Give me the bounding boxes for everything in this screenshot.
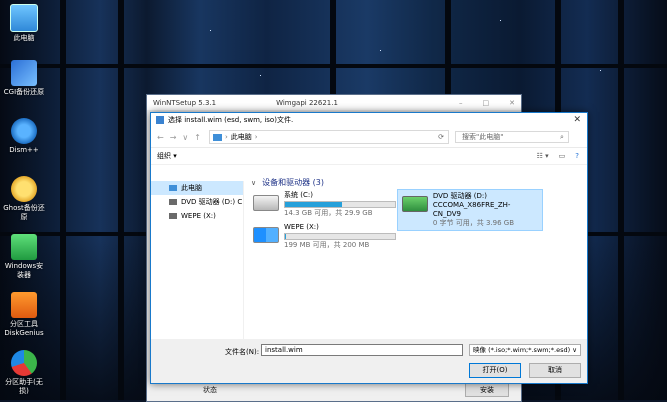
window-frame [118, 0, 124, 400]
open-file-dialog: 选择 install.wim (esd, swm, iso)文件. ✕ ← → … [150, 112, 588, 384]
organize-button[interactable]: 组织 ▾ [157, 151, 177, 161]
window-controls: – □ ✕ [453, 99, 515, 107]
search-icon: ⌕ [560, 132, 564, 141]
desktop-icon-this-pc[interactable]: 此电脑 [2, 4, 46, 43]
installer-icon [11, 234, 37, 260]
desktop-icon-ghost[interactable]: Ghost备份还原 [2, 176, 46, 222]
dialog-title: 选择 install.wim (esd, swm, iso)文件. [168, 116, 294, 124]
history-chevron-icon[interactable]: ∨ [182, 133, 188, 142]
drive-usage-fill [285, 202, 343, 207]
window-frame [618, 0, 624, 400]
window-frame [60, 0, 66, 400]
drive-item-x[interactable]: WEPE (X:) 199 MB 可用，共 200 MB [253, 223, 396, 250]
address-chevron-icon: › [224, 133, 228, 141]
sidebar-item-dvd[interactable]: DVD 驱动器 (D:) C [151, 195, 243, 209]
windows-drive-icon [253, 227, 279, 243]
desktop-icon-dism[interactable]: Dism++ [2, 118, 46, 155]
star [210, 30, 211, 31]
drive-name: WEPE (X:) [284, 223, 319, 231]
drive-volume-label: CCCOMA_X86FRE_ZH-CN_DV9 [432, 201, 511, 218]
drive-free-space: 14.3 GB 可用，共 29.9 GB [284, 209, 373, 217]
sidebar-item-wepe[interactable]: WEPE (X:) [151, 209, 243, 223]
sidebar-item-label: 此电脑 [181, 184, 202, 192]
star [260, 75, 261, 76]
navigation-pane: 此电脑 DVD 驱动器 (D:) C WEPE (X:) [151, 181, 244, 339]
drive-free-space: 199 MB 可用，共 200 MB [284, 241, 370, 249]
preview-pane-icon[interactable]: ▭ [559, 152, 566, 160]
drive-icon [169, 213, 177, 219]
dialog-titlebar: 选择 install.wim (esd, swm, iso)文件. ✕ [151, 113, 587, 127]
view-controls: ☷ ▾ ▭ ? [537, 152, 579, 160]
search-input[interactable]: 搜索"此电脑" ⌕ [454, 131, 569, 143]
partition-assistant-icon [11, 350, 37, 376]
back-arrow-icon[interactable]: ← [157, 133, 164, 142]
desktop-icon-windows-installer[interactable]: Windows安装器 [2, 234, 46, 280]
hard-drive-icon [253, 195, 279, 211]
filename-input[interactable]: install.wim [261, 344, 463, 356]
winntsetup-title: WinNTSetup 5.3.1 [153, 98, 217, 107]
close-icon[interactable]: ✕ [509, 99, 515, 107]
filename-label: 文件名(N): [225, 348, 260, 356]
filetype-select[interactable]: 映像 (*.iso;*.wim;*.swm;*.esd) ∨ [469, 344, 581, 356]
window-frame [0, 64, 667, 68]
up-arrow-icon[interactable]: ↑ [194, 133, 201, 142]
monitor-icon [10, 4, 38, 32]
diskgenius-icon [11, 292, 37, 318]
organize-label: 组织 [157, 152, 171, 160]
minimize-icon[interactable]: – [459, 99, 463, 107]
address-chevron-icon: › [254, 133, 258, 141]
star [380, 50, 381, 51]
sidebar-item-label: DVD 驱动器 (D:) C [181, 198, 243, 206]
drive-usage-bar [284, 201, 396, 208]
desktop-icon-diskgenius[interactable]: 分区工具DiskGenius [2, 292, 46, 338]
navigation-bar: ← → ∨ ↑ › 此电脑 › ⟳ 搜索"此电脑" ⌕ [151, 127, 587, 148]
view-options-icon[interactable]: ☷ ▾ [537, 152, 549, 160]
desktop-icon-partition-assistant[interactable]: 分区助手(无损) [2, 350, 46, 396]
desktop-icon-cgi[interactable]: CGI备份还原 [2, 60, 46, 97]
drive-free-space: 0 字节 可用，共 3.96 GB [432, 219, 515, 227]
close-icon[interactable]: ✕ [573, 115, 581, 125]
drive-item-dvd[interactable]: DVD 驱动器 (D:) CCCOMA_X86FRE_ZH-CN_DV9 0 字… [397, 189, 543, 231]
dvd-drive-icon [402, 196, 428, 212]
refresh-icon[interactable]: ⟳ [438, 133, 444, 141]
search-placeholder: 搜索"此电脑" [461, 133, 504, 141]
computer-icon [169, 185, 177, 191]
gear-icon [11, 118, 37, 144]
open-button[interactable]: 打开(O) [469, 363, 521, 378]
group-header[interactable]: ∨ 设备和驱动器 (3) [251, 177, 324, 188]
address-text: 此电脑 [230, 133, 252, 141]
winntsetup-titlebar: WinNTSetup 5.3.1 Wimgapi 22621.1 – □ ✕ [147, 95, 521, 110]
wimgapi-version: Wimgapi 22621.1 [276, 98, 338, 107]
file-list: ∨ 设备和驱动器 (3) 系统 (C:) 14.3 GB 可用，共 29.9 G… [251, 175, 581, 335]
sidebar-item-label: WEPE (X:) [181, 212, 216, 220]
install-button[interactable]: 安装 [465, 383, 509, 397]
sidebar-item-this-pc[interactable]: 此电脑 [151, 181, 243, 195]
star [500, 20, 501, 21]
computer-icon [212, 133, 222, 141]
maximize-icon[interactable]: □ [483, 99, 490, 107]
help-icon[interactable]: ? [575, 152, 579, 160]
drive-item-c[interactable]: 系统 (C:) 14.3 GB 可用，共 29.9 GB [253, 191, 396, 218]
command-bar: 组织 ▾ ☷ ▾ ▭ ? [151, 148, 587, 165]
address-bar[interactable]: › 此电脑 › ⟳ [208, 130, 449, 144]
drive-name: 系统 (C:) [284, 191, 313, 199]
forward-arrow-icon[interactable]: → [170, 133, 177, 142]
dialog-footer: 文件名(N): install.wim 映像 (*.iso;*.wim;*.sw… [151, 339, 587, 383]
ghost-icon [11, 176, 37, 202]
collapse-chevron-icon: ∨ [251, 178, 257, 187]
cgi-icon [11, 60, 37, 86]
cancel-button[interactable]: 取消 [529, 363, 581, 378]
drive-usage-bar [284, 233, 396, 240]
status-label: 状态 [203, 386, 217, 394]
group-header-label: 设备和驱动器 (3) [262, 178, 324, 187]
drive-usage-fill [285, 234, 287, 239]
dvd-drive-icon [169, 199, 177, 205]
dialog-app-icon [156, 116, 164, 124]
drive-name: DVD 驱动器 (D:) [432, 192, 487, 200]
star [600, 70, 601, 71]
